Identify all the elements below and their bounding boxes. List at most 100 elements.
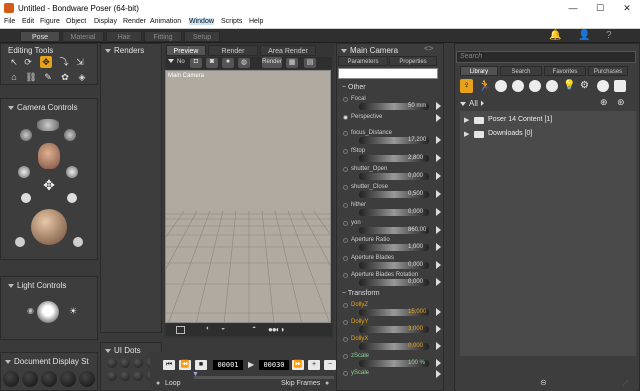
param-key-dot[interactable] (343, 97, 348, 102)
param-row-fstop[interactable]: fStop 2,800 (341, 148, 441, 166)
tab-preview[interactable]: Preview (166, 45, 206, 56)
lighting-icon[interactable]: ◒ (221, 325, 225, 332)
param-key-dot[interactable] (343, 273, 348, 278)
param-row-shutter-close[interactable]: shutter_Close 0,500 (341, 184, 441, 202)
param-menu-arrow[interactable] (436, 325, 441, 333)
render-camera-icon[interactable]: ◙ (206, 58, 218, 68)
folder-poser-14-content[interactable]: Poser 14 Content [1] (488, 116, 552, 123)
focal-camera-icon[interactable] (73, 237, 83, 247)
param-value[interactable]: 50 mm (408, 103, 426, 109)
sphere-icon[interactable]: ◍ (238, 58, 250, 68)
step-back-button[interactable]: ⏪ (179, 360, 191, 370)
param-key-dot[interactable] (343, 337, 348, 342)
display-style-outline[interactable] (22, 371, 38, 387)
camera-icon[interactable]: ◘ (190, 58, 202, 68)
param-key-dot[interactable] (343, 131, 348, 136)
cameras-category-icon[interactable]: ⚙ (580, 80, 592, 92)
library-settings-icon[interactable]: ⊛ (617, 97, 625, 108)
render-settings-icon[interactable]: ● (222, 58, 234, 68)
current-frame-field[interactable]: 00001 (213, 360, 243, 370)
user-icon[interactable]: 👤 (578, 30, 590, 41)
param-value[interactable]: 0,000 (408, 209, 423, 215)
select-tool-icon[interactable]: ↖ (8, 56, 20, 68)
grid-layout-icon[interactable]: ▦ (286, 58, 298, 68)
left-hand-camera-icon[interactable] (20, 129, 32, 141)
param-row-aperture-blades[interactable]: Aperture Blades 0,000 (341, 255, 441, 273)
param-key-dot[interactable] (343, 221, 348, 226)
param-menu-arrow[interactable] (436, 308, 441, 316)
menu-window[interactable]: Window (189, 18, 214, 25)
timeline-slider[interactable] (194, 376, 334, 379)
flyaround-icon[interactable] (18, 166, 30, 178)
display-style-silhouette[interactable] (3, 371, 19, 387)
ui-dot-6[interactable] (120, 371, 130, 381)
figures-category-icon[interactable]: ♀ (460, 79, 473, 93)
tab-favorites[interactable]: Favorites (544, 66, 586, 76)
param-menu-arrow[interactable] (436, 243, 441, 251)
tab-library[interactable]: Library (460, 66, 498, 76)
loop-checkbox[interactable]: ● (156, 380, 160, 387)
hair-category-icon[interactable] (512, 80, 524, 92)
menu-animation[interactable]: Animation (150, 18, 181, 25)
frame-icon[interactable] (176, 326, 185, 334)
param-key-dot[interactable] (343, 167, 348, 172)
ui-dot-3[interactable] (133, 358, 143, 368)
taper-tool-icon[interactable]: ⌂ (8, 71, 20, 83)
library-filter-dropdown[interactable]: All ⏵ (460, 99, 484, 109)
menu-figure[interactable]: Figure (40, 18, 60, 25)
collapse-icon[interactable] (341, 49, 347, 53)
direct-manipulation-tool-icon[interactable]: ◈ (76, 71, 88, 83)
param-key-dot[interactable] (343, 149, 348, 154)
chain-break-tool-icon[interactable]: ⛓ (25, 71, 37, 83)
param-row-shutter-open[interactable]: shutter_Open 0,000 (341, 166, 441, 184)
menu-display[interactable]: Display (94, 18, 117, 25)
param-value[interactable]: 1,000 (408, 244, 423, 250)
param-key-dot[interactable] (343, 203, 348, 208)
timeline-slider-thumb[interactable]: ▼ (192, 371, 199, 378)
room-tab-fitting[interactable]: Fitting (144, 31, 182, 42)
collapse-icon[interactable] (105, 49, 111, 53)
layout-icon[interactable]: ▤ (304, 58, 316, 68)
param-key-dot[interactable] (343, 256, 348, 261)
param-value[interactable]: 2,800 (408, 155, 423, 161)
param-value[interactable]: 0,000 (408, 262, 423, 268)
expand-icon[interactable]: ▶ (464, 116, 469, 124)
tab-properties[interactable]: Properties (389, 56, 437, 66)
library-search-input[interactable]: Search (456, 51, 636, 63)
materials-category-icon[interactable] (597, 80, 609, 92)
tab-area-render[interactable]: Area Render (260, 45, 316, 56)
room-tab-setup[interactable]: Setup (184, 31, 220, 42)
param-value[interactable]: 100 % (408, 360, 425, 366)
play-icon[interactable]: ▶ (248, 360, 254, 369)
move-y-icon[interactable] (21, 193, 31, 203)
param-key-dot[interactable] (343, 115, 348, 120)
param-menu-arrow[interactable] (436, 261, 441, 269)
param-row-hither[interactable]: hither 0,000 (341, 202, 441, 220)
tracking-icon[interactable]: ◐ (206, 325, 210, 332)
remove-keyframe-button[interactable]: − (324, 360, 336, 370)
param-value[interactable]: 0,000 (408, 279, 423, 285)
face-camera-icon[interactable] (38, 143, 60, 169)
scale-tool-icon[interactable]: ⇲ (74, 56, 86, 68)
param-menu-arrow[interactable] (436, 370, 441, 378)
param-row-dollyz[interactable]: DollyZ 15,000 (341, 302, 441, 320)
display-styles-icon[interactable]: ●●◐◑ (268, 325, 284, 334)
expressions-category-icon[interactable] (495, 80, 507, 92)
hands-category-icon[interactable] (529, 80, 541, 92)
library-scroll-icon[interactable]: ⊝ (540, 378, 547, 387)
menu-help[interactable]: Help (249, 18, 263, 25)
room-tab-material[interactable]: Material (62, 31, 104, 42)
param-menu-arrow[interactable] (436, 208, 441, 216)
stop-button[interactable]: ■ (195, 360, 207, 370)
no-label-dropdown[interactable]: No (168, 59, 185, 65)
bell-icon[interactable]: 🔔 (549, 30, 561, 41)
preview-viewport[interactable]: Main Camera (165, 70, 331, 323)
resize-grip-icon[interactable]: ⋰ (622, 380, 628, 387)
collapse-icon[interactable] (105, 349, 111, 353)
color-tool-icon[interactable]: ✎ (42, 71, 54, 83)
lights-category-icon[interactable]: 💡 (563, 80, 575, 92)
display-style-lit-wireframe[interactable] (79, 371, 95, 387)
menu-object[interactable]: Object (66, 18, 86, 25)
props-category-icon[interactable] (546, 80, 558, 92)
expand-icon[interactable]: ▶ (464, 130, 469, 138)
